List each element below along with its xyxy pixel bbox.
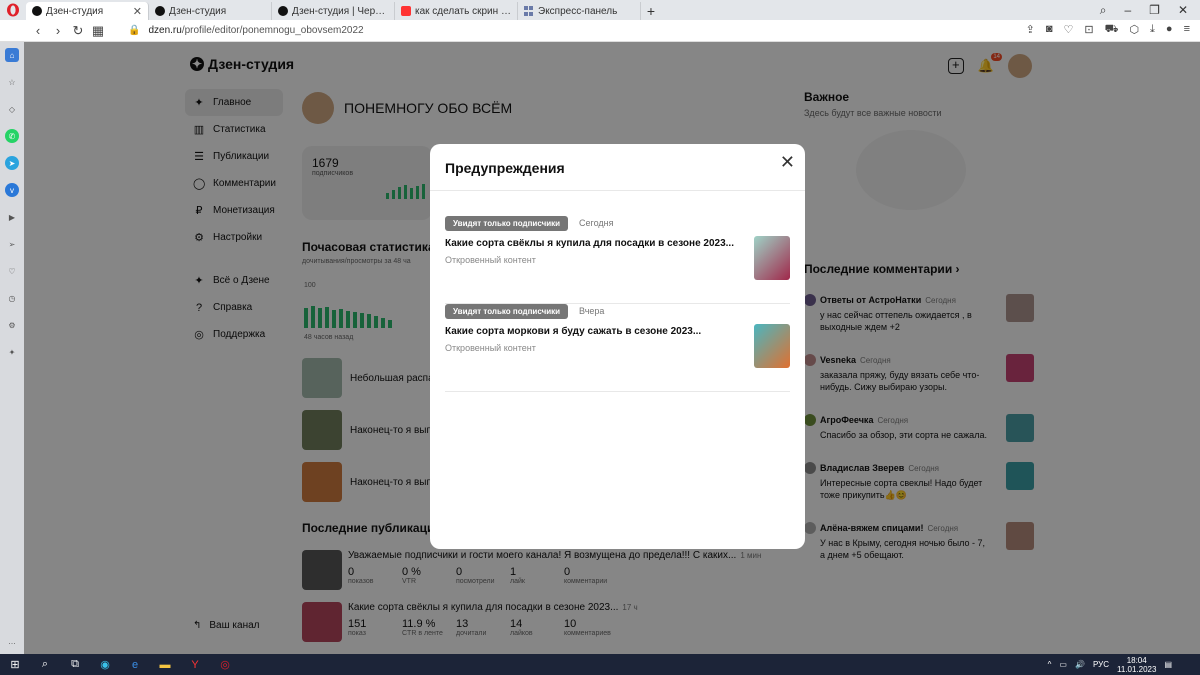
edge-icon[interactable]: ◉ <box>90 654 120 675</box>
forward-button[interactable]: › <box>48 23 68 38</box>
close-icon[interactable]: ✕ <box>780 152 795 173</box>
whatsapp-icon[interactable]: ✆ <box>5 129 19 143</box>
opera-menu-icon[interactable] <box>0 0 26 20</box>
camera-icon[interactable]: ◙ <box>1046 23 1053 37</box>
dzen-icon <box>278 6 288 16</box>
yandex-browser-icon[interactable]: Y <box>180 654 210 675</box>
back-button[interactable]: ‹ <box>28 23 48 38</box>
reload-button[interactable]: ↻ <box>68 23 88 39</box>
lightbulb-icon[interactable]: ✦ <box>5 345 19 359</box>
opera-icon[interactable]: ◎ <box>210 654 240 675</box>
diamond-icon[interactable]: ◇ <box>5 102 19 116</box>
bookmark-icon[interactable]: ⊡ <box>1084 23 1093 37</box>
modal-title: Предупреждения <box>430 144 805 191</box>
opera-sidebar: ⌂ ☆ ◇ ✆ ➤ v ▶ ➢ ♡ ◷ ⚙ ✦ … <box>0 42 24 654</box>
lock-icon: 🔒 <box>128 25 141 36</box>
notifications-icon[interactable]: ▤ <box>1164 660 1172 669</box>
bookmark-heart-icon[interactable]: ♡ <box>1064 23 1074 37</box>
windows-taskbar: ⊞ ⌕ ⧉ ◉ e ▬ Y ◎ ^ ▭ 🔊 РУС 18:04 11.01.202… <box>0 654 1200 675</box>
share-icon[interactable]: ⇪ <box>1026 23 1035 37</box>
network-icon[interactable]: ▭ <box>1059 660 1067 669</box>
clock[interactable]: 18:04 11.01.2023 <box>1117 656 1156 674</box>
warnings-modal: Предупреждения ✕ Увидят только подписчик… <box>430 144 805 549</box>
maximize-button[interactable]: ❐ <box>1149 3 1160 17</box>
chevron-up-icon[interactable]: ^ <box>1048 660 1052 669</box>
browser-tab-bar: Дзен-студия ✕ Дзен-студия Дзен-студия | Ч… <box>0 0 1200 20</box>
minimize-button[interactable]: – <box>1124 3 1131 17</box>
status-badge: Увидят только подписчики <box>445 216 569 231</box>
speed-dial-icon <box>524 6 534 16</box>
folder-icon[interactable]: ▬ <box>150 654 180 675</box>
browser-tab[interactable]: Экспресс-панель <box>518 2 641 20</box>
ie-icon[interactable]: e <box>120 654 150 675</box>
yandex-icon <box>401 6 411 16</box>
warning-item[interactable]: Увидят только подписчики Вчера Какие сор… <box>445 304 790 392</box>
extension-icon[interactable]: ⬡ <box>1129 23 1139 37</box>
telegram-icon[interactable]: ➤ <box>5 156 19 170</box>
search-tabs-icon[interactable]: ⌕ <box>1100 3 1107 18</box>
close-tab-icon[interactable]: ✕ <box>133 5 142 18</box>
close-window-button[interactable]: ✕ <box>1178 3 1188 17</box>
volume-icon[interactable]: 🔊 <box>1075 660 1085 669</box>
tabs-grid-icon[interactable]: ▦ <box>88 23 108 39</box>
download-icon[interactable]: ⤓ <box>1150 23 1155 37</box>
warning-item[interactable]: Увидят только подписчики Сегодня Какие с… <box>445 216 790 304</box>
dzen-icon <box>155 6 165 16</box>
browser-tab[interactable]: как сделать скрин экрана <box>395 2 518 20</box>
more-icon[interactable]: … <box>5 634 19 648</box>
warning-post-thumbnail <box>754 324 790 368</box>
vk-icon[interactable]: v <box>5 183 19 197</box>
home-icon[interactable]: ⌂ <box>5 48 19 62</box>
search-icon[interactable]: ⌕ <box>30 654 60 675</box>
status-badge: Увидят только подписчики <box>445 304 569 319</box>
dzen-icon <box>32 6 42 16</box>
language-indicator[interactable]: РУС <box>1093 660 1109 669</box>
browser-tab[interactable]: Дзен-студия | Черновик | <box>272 2 395 20</box>
heart-icon[interactable]: ♡ <box>5 264 19 278</box>
start-icon[interactable]: ⊞ <box>0 654 30 675</box>
profile-icon[interactable]: ● <box>1166 23 1173 37</box>
browser-tab[interactable]: Дзен-студия ✕ <box>26 2 149 20</box>
settings-icon[interactable]: ⚙ <box>5 318 19 332</box>
warning-post-thumbnail <box>754 236 790 280</box>
task-view-icon[interactable]: ⧉ <box>60 654 90 675</box>
browser-tab[interactable]: Дзен-студия <box>149 2 272 20</box>
url-field[interactable]: 🔒 dzen.ru/profile/editor/ponemnogu_obovs… <box>128 25 364 36</box>
address-bar: ‹ › ↻ ▦ 🔒 dzen.ru/profile/editor/ponemno… <box>0 20 1200 42</box>
new-tab-button[interactable]: + <box>641 2 661 20</box>
cart-icon[interactable]: ⛟ <box>1105 23 1119 37</box>
star-icon[interactable]: ☆ <box>5 75 19 89</box>
history-icon[interactable]: ◷ <box>5 291 19 305</box>
send-icon[interactable]: ➢ <box>5 237 19 251</box>
player-icon[interactable]: ▶ <box>5 210 19 224</box>
easy-setup-icon[interactable]: ≡ <box>1184 23 1190 37</box>
